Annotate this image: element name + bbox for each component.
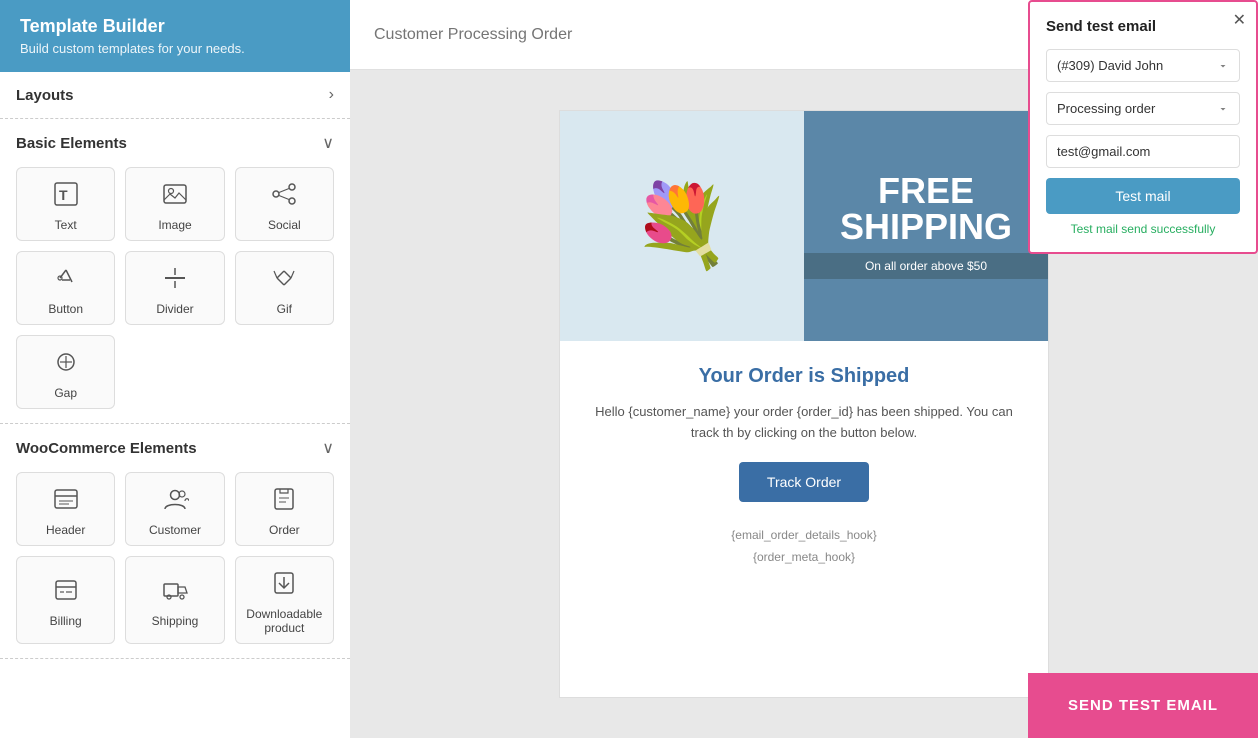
email-heading: Your Order is Shipped <box>590 365 1018 388</box>
woo-order-label: Order <box>269 523 300 537</box>
woo-order-icon <box>270 485 298 517</box>
track-order-button[interactable]: Track Order <box>739 462 869 502</box>
send-test-panel-wrapper: ✕ Send test email (#309) David John (#31… <box>1028 0 1258 738</box>
shipping-text: SHIPPING <box>840 209 1012 245</box>
button-element-label: Button <box>48 302 83 316</box>
gif-element-icon <box>270 264 298 296</box>
woo-shipping[interactable]: Shipping <box>125 556 224 644</box>
woo-header-label: Header <box>46 523 85 537</box>
divider-element-label: Divider <box>156 302 193 316</box>
send-test-email-cta[interactable]: SEND TEST EMAIL <box>1028 673 1258 738</box>
woocommerce-section: WooCommerce Elements ∨ Header <box>0 424 350 659</box>
button-element-icon <box>52 264 80 296</box>
sidebar-subtitle: Build custom templates for your needs. <box>20 41 330 56</box>
email-banner-left: 💐 <box>560 111 804 341</box>
gap-element-label: Gap <box>54 386 77 400</box>
vase-image: 💐 <box>632 179 732 273</box>
woo-billing[interactable]: Billing <box>16 556 115 644</box>
woo-downloadable-label: Downloadable product <box>242 607 327 635</box>
image-element-label: Image <box>158 218 191 232</box>
social-element-icon <box>270 180 298 212</box>
email-banner-right: FREE SHIPPING On all order above $50 <box>804 111 1048 341</box>
sidebar-header: Template Builder Build custom templates … <box>0 0 350 72</box>
social-element-label: Social <box>268 218 301 232</box>
image-element-icon <box>161 180 189 212</box>
woo-customer[interactable]: Customer <box>125 472 224 546</box>
woo-elements-label: WooCommerce Elements <box>16 440 197 457</box>
element-button[interactable]: Button <box>16 251 115 325</box>
basic-elements-section: Basic Elements ∨ T Text <box>0 119 350 424</box>
woo-billing-label: Billing <box>50 614 82 628</box>
text-element-icon: T <box>52 180 80 212</box>
layouts-section-header[interactable]: Layouts › <box>16 86 334 104</box>
basic-elements-header[interactable]: Basic Elements ∨ <box>16 133 334 153</box>
email-body: Your Order is Shipped Hello {customer_na… <box>560 341 1048 596</box>
offer-text: On all order above $50 <box>804 253 1048 279</box>
element-text[interactable]: T Text <box>16 167 115 241</box>
woo-shipping-label: Shipping <box>152 614 199 628</box>
hook-2: {order_meta_hook} <box>590 550 1018 564</box>
element-image[interactable]: Image <box>125 167 224 241</box>
sidebar: Template Builder Build custom templates … <box>0 0 350 738</box>
main-content: Preview 💐 FREE SHIPPING On <box>350 0 1258 738</box>
close-panel-button[interactable]: ✕ <box>1233 10 1246 30</box>
text-element-label: Text <box>55 218 77 232</box>
basic-elements-chevron-icon: ∨ <box>322 133 334 153</box>
basic-elements-grid: T Text Image <box>16 167 334 409</box>
layouts-label: Layouts <box>16 87 74 104</box>
woo-header-icon <box>52 485 80 517</box>
divider-element-icon <box>161 264 189 296</box>
basic-elements-label: Basic Elements <box>16 135 127 152</box>
panel-title: Send test email <box>1046 18 1240 35</box>
email-canvas: 💐 FREE SHIPPING On all order above $50 Y… <box>559 110 1049 698</box>
test-mail-button[interactable]: Test mail <box>1046 178 1240 214</box>
woo-elements-grid: Header Customer <box>16 472 334 644</box>
woo-downloadable-icon <box>270 569 298 601</box>
woo-downloadable[interactable]: Downloadable product <box>235 556 334 644</box>
sidebar-title: Template Builder <box>20 16 330 37</box>
test-email-input[interactable] <box>1046 135 1240 168</box>
hook-1: {email_order_details_hook} <box>590 528 1018 542</box>
email-banner: 💐 FREE SHIPPING On all order above $50 <box>560 111 1048 341</box>
send-test-panel: ✕ Send test email (#309) David John (#31… <box>1028 0 1258 254</box>
element-gap[interactable]: Gap <box>16 335 115 409</box>
template-name-input[interactable] <box>374 26 624 44</box>
woo-billing-icon <box>52 576 80 608</box>
woo-order[interactable]: Order <box>235 472 334 546</box>
woo-customer-label: Customer <box>149 523 201 537</box>
free-text: FREE <box>878 173 974 209</box>
email-body-text: Hello {customer_name} your order {order_… <box>590 402 1018 444</box>
success-message: Test mail send successfully <box>1046 222 1240 236</box>
layouts-arrow-icon: › <box>329 86 334 104</box>
woo-customer-icon <box>161 485 189 517</box>
element-divider[interactable]: Divider <box>125 251 224 325</box>
customer-select[interactable]: (#309) David John (#310) Jane Smith <box>1046 49 1240 82</box>
woo-header[interactable]: Header <box>16 472 115 546</box>
svg-text:T: T <box>59 187 68 203</box>
woo-elements-chevron-icon: ∨ <box>322 438 334 458</box>
layouts-section: Layouts › <box>0 72 350 119</box>
woo-section-header[interactable]: WooCommerce Elements ∨ <box>16 438 334 458</box>
element-gif[interactable]: Gif <box>235 251 334 325</box>
woo-shipping-icon <box>161 576 189 608</box>
gap-element-icon <box>52 348 80 380</box>
order-type-select[interactable]: Processing order Completed order Cancell… <box>1046 92 1240 125</box>
gif-element-label: Gif <box>277 302 292 316</box>
element-social[interactable]: Social <box>235 167 334 241</box>
